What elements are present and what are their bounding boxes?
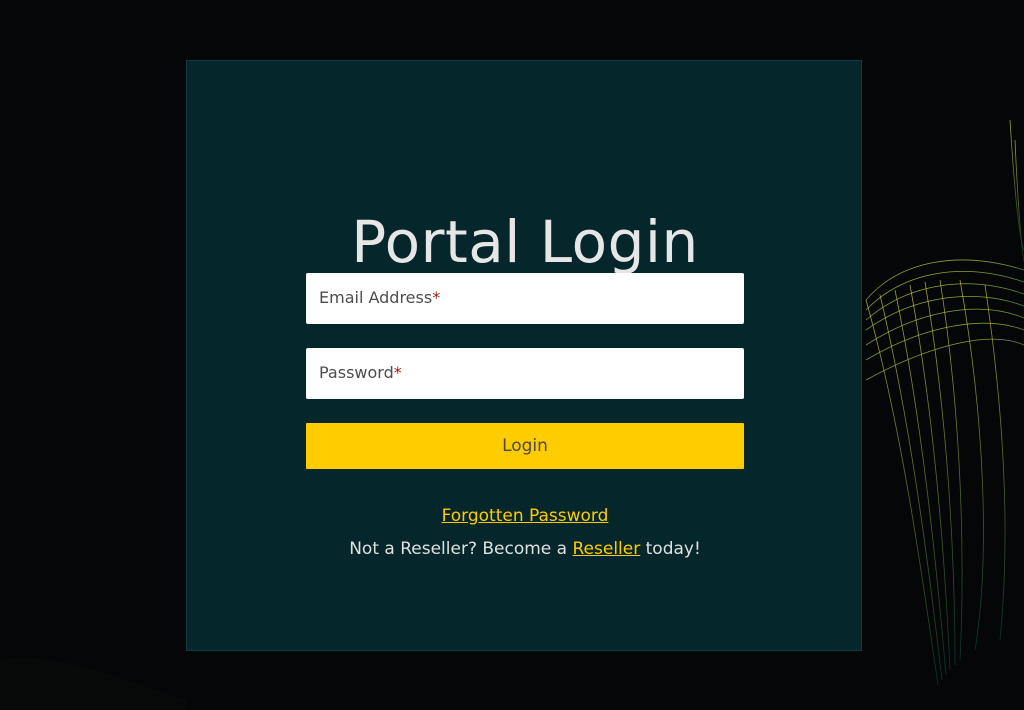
email-label-text: Email Address [319,288,433,307]
email-field[interactable]: Email Address* [306,273,744,324]
reseller-suffix-text: today! [640,539,701,559]
password-field-label: Password* [319,363,402,383]
password-label-text: Password [319,363,394,382]
page-title: Portal Login [351,208,699,276]
forgot-password-link[interactable]: Forgotten Password [442,506,609,526]
required-marker: * [393,363,402,382]
login-button[interactable]: Login [306,423,744,469]
reseller-prefix-text: Not a Reseller? Become a [349,539,573,559]
reseller-promo: Not a Reseller? Become a Reseller today! [187,538,863,560]
email-field-label: Email Address* [319,288,440,308]
login-card: Portal Login Email Address* Password* Lo… [186,60,862,651]
required-marker: * [432,288,441,307]
reseller-link[interactable]: Reseller [573,539,641,559]
forgot-password-row: Forgotten Password [187,505,863,527]
password-field[interactable]: Password* [306,348,744,399]
